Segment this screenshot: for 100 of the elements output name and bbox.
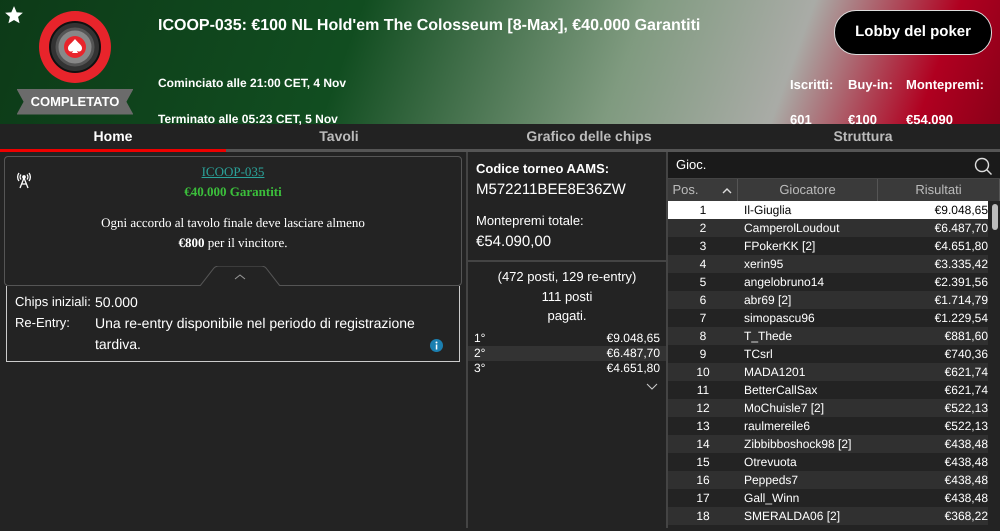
- position-cell-text: 4: [698, 256, 708, 273]
- player-row[interactable]: 14 Zibbibboshock98 [2] €438,48: [668, 435, 988, 453]
- payout-amount: €4.651,80: [606, 360, 660, 376]
- player-row[interactable]: 4 xerin95 €3.335,42: [668, 255, 988, 273]
- player-name: MoChuisle7 [2]: [743, 400, 826, 417]
- scrollbar-thumb[interactable]: [992, 204, 998, 230]
- deal-note: Ogni accordo al tavolo finale deve lasciare almeno €800 per il vincitore.: [100, 214, 366, 252]
- player-name: Il-Giuglia: [743, 202, 792, 219]
- code-label: Codice torneo AAMS:: [476, 160, 610, 178]
- result-cell-text: €1.714,79: [934, 292, 988, 309]
- position-cell-text: 10: [695, 364, 711, 381]
- result-cell-text: €438,48: [944, 472, 988, 489]
- position-cell-text: 2: [698, 220, 708, 237]
- stat-label: Montepremi:: [906, 76, 985, 94]
- player-row[interactable]: 16 Peppeds7 €438,48: [668, 471, 988, 489]
- position-cell-text: 15: [695, 454, 711, 471]
- result-cell-text: €368,22: [944, 508, 988, 525]
- player-name: Gall_Winn: [743, 490, 800, 507]
- result-cell-text: €1.229,54: [934, 310, 988, 327]
- search-icon[interactable]: [974, 155, 992, 175]
- lobby-button[interactable]: Lobby del poker: [834, 10, 992, 54]
- stat-label: Iscritti:: [790, 76, 834, 94]
- position-cell-text: 12: [695, 400, 711, 417]
- search-label: Gioc.: [676, 156, 706, 174]
- player-name: Peppeds7: [743, 472, 800, 489]
- result-cell-text: €621,74: [944, 364, 988, 381]
- column-header[interactable]: Pos.: [672, 180, 698, 200]
- player-row[interactable]: 18 SMERALDA06 [2] €368,22: [668, 507, 988, 525]
- position-cell-text: 18: [695, 508, 711, 525]
- payout-amount: €6.487,70: [606, 346, 660, 360]
- result-cell-text: €4.651,80: [934, 238, 988, 255]
- start-time: Cominciato alle 21:00 CET, 4 Nov: [158, 75, 348, 92]
- logo-icon: [38, 10, 112, 84]
- result-cell-text: €3.335,42: [934, 256, 988, 273]
- tab[interactable]: Home: [0, 124, 226, 152]
- position-cell-text: 5: [698, 274, 708, 291]
- search-field[interactable]: Gioc.: [668, 152, 1000, 179]
- result-cell-text: €438,48: [944, 436, 988, 453]
- position-cell-text: 13: [695, 418, 711, 435]
- stat-label: Buy-in:: [848, 76, 894, 94]
- player-name: xerin95: [743, 256, 784, 273]
- position-cell-text: 11: [696, 382, 710, 399]
- player-name: SMERALDA06 [2]: [743, 508, 842, 525]
- player-name: raulmereile6: [743, 418, 812, 435]
- tournament-title: ICOOP-035: €100 NL Hold'em The Colosseum [8-Max], €40.000 Garantiti: [158, 16, 702, 36]
- status-badge: COMPLETATO: [16, 89, 134, 114]
- player-name: Otrevuota: [743, 454, 798, 471]
- player-row[interactable]: 2 CamperolLoudout €6.487,70: [668, 219, 988, 237]
- player-row[interactable]: 1 Il-Giuglia €9.048,65: [668, 201, 988, 219]
- column-header[interactable]: Risultati: [915, 180, 962, 200]
- payout-amount: €9.048,65: [606, 330, 660, 346]
- player-name: BetterCallSax: [743, 382, 818, 399]
- guarantee-text: €40.000 Garantiti: [184, 184, 282, 198]
- player-row[interactable]: 10 MADA1201 €621,74: [668, 363, 988, 381]
- position-cell-text: 6: [698, 292, 708, 309]
- position-cell-text: 7: [698, 310, 708, 327]
- player-name: abr69 [2]: [743, 292, 792, 309]
- position-cell-text: 16: [695, 472, 711, 489]
- result-cell-text: €438,48: [944, 490, 988, 507]
- player-row[interactable]: 8 T_Thede €881,60: [668, 327, 988, 345]
- paid-note: 111 posti pagati.: [540, 288, 594, 325]
- result-cell-text: €438,48: [944, 454, 988, 471]
- place-label: 3°: [474, 360, 486, 376]
- position-cell-text: 9: [698, 346, 708, 363]
- position-cell-text: 3: [698, 238, 708, 255]
- position-cell-text: 14: [695, 436, 711, 453]
- result-cell-text: €740,36: [944, 346, 988, 363]
- result-cell-text: €6.487,70: [934, 220, 988, 237]
- player-name: CamperolLoudout: [743, 220, 840, 237]
- detail-label: Chips iniziali:: [15, 293, 91, 311]
- player-name: simopascu96: [743, 310, 816, 327]
- tournament-code: M572211BEE8E36ZW: [476, 180, 627, 200]
- detail-label: Re-Entry:: [15, 314, 71, 332]
- tab[interactable]: Grafico delle chips: [452, 124, 726, 152]
- position-cell-text: 8: [698, 328, 708, 345]
- player-name: MADA1201: [743, 364, 806, 381]
- detail-value: 50.000: [95, 293, 138, 312]
- detail-value: Una re-entry disponibile nel periodo di registrazione tardiva.: [95, 314, 416, 354]
- place-label: 2°: [474, 346, 486, 360]
- result-cell-text: €621,74: [944, 382, 988, 399]
- player-name: FPokerKK [2]: [743, 238, 816, 255]
- player-name: angelobruno14: [743, 274, 826, 291]
- position-cell-text: 17: [695, 490, 711, 507]
- tournament-link[interactable]: ICOOP-035: [202, 164, 264, 179]
- result-cell-text: €522,13: [944, 418, 988, 435]
- column-header[interactable]: Giocatore: [779, 180, 836, 200]
- places-note: (472 posti, 129 re-entry): [496, 268, 638, 286]
- player-name: TCsrl: [743, 346, 774, 363]
- info-icon[interactable]: [430, 338, 443, 352]
- result-cell-text: €522,13: [944, 400, 988, 417]
- place-label: 1°: [474, 330, 486, 346]
- position-cell-text: 1: [698, 202, 708, 219]
- total-value: €54.090,00: [476, 232, 552, 252]
- player-name: Zibbibboshock98 [2]: [743, 436, 852, 453]
- result-cell-text: €2.391,56: [934, 274, 988, 291]
- result-cell-text: €881,60: [944, 328, 988, 345]
- player-name: T_Thede: [743, 328, 794, 345]
- total-label: Montepremi totale:: [476, 212, 585, 230]
- player-row[interactable]: 12 MoChuisle7 [2] €522,13: [668, 399, 988, 417]
- player-row[interactable]: 6 abr69 [2] €1.714,79: [668, 291, 988, 309]
